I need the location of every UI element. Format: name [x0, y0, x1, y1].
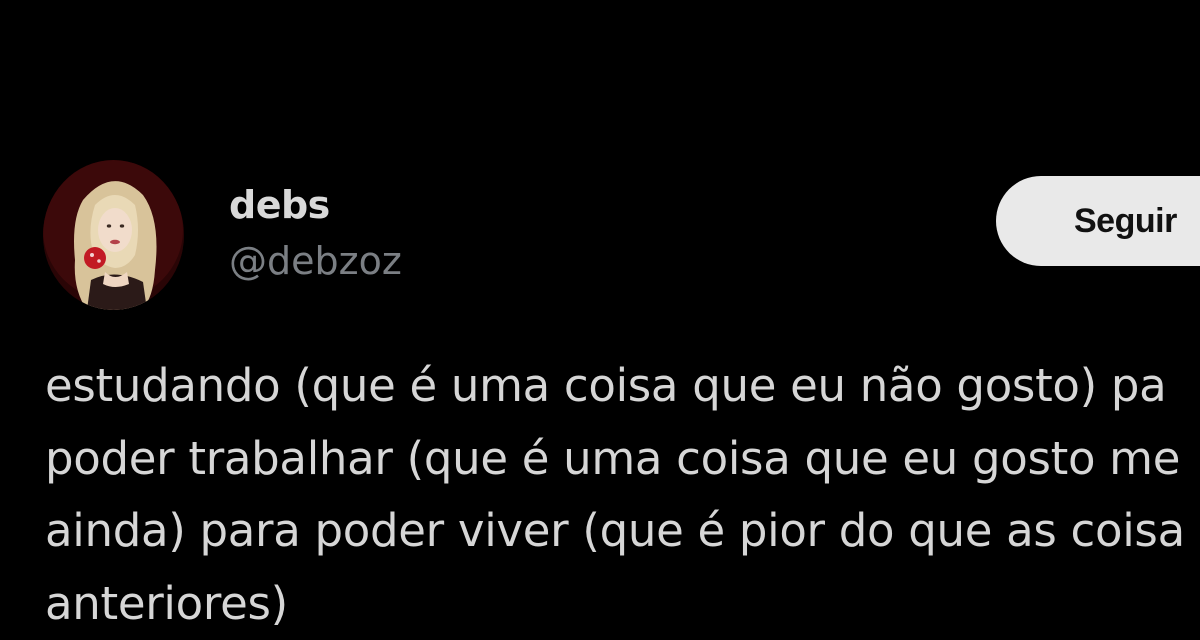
tweet-text-line: poder trabalhar (que é uma coisa que eu … — [45, 423, 1200, 496]
follow-button-label: Seguir — [1074, 202, 1177, 240]
user-display-name[interactable]: debs — [229, 180, 330, 230]
tweet-text-line: estudando (que é uma coisa que eu não go… — [45, 350, 1200, 423]
avatar-photo-icon — [43, 160, 184, 310]
tweet-card: debs @debzoz Seguir estudando (que é uma… — [0, 0, 1200, 630]
follow-button[interactable]: Seguir — [996, 176, 1200, 266]
tweet-text-line: anteriores) — [45, 568, 1200, 640]
avatar[interactable] — [43, 160, 184, 310]
tweet-text: estudando (que é uma coisa que eu não go… — [45, 350, 1200, 640]
tweet-text-line: ainda) para poder viver (que é pior do q… — [45, 495, 1200, 568]
user-handle[interactable]: @debzoz — [229, 236, 402, 286]
